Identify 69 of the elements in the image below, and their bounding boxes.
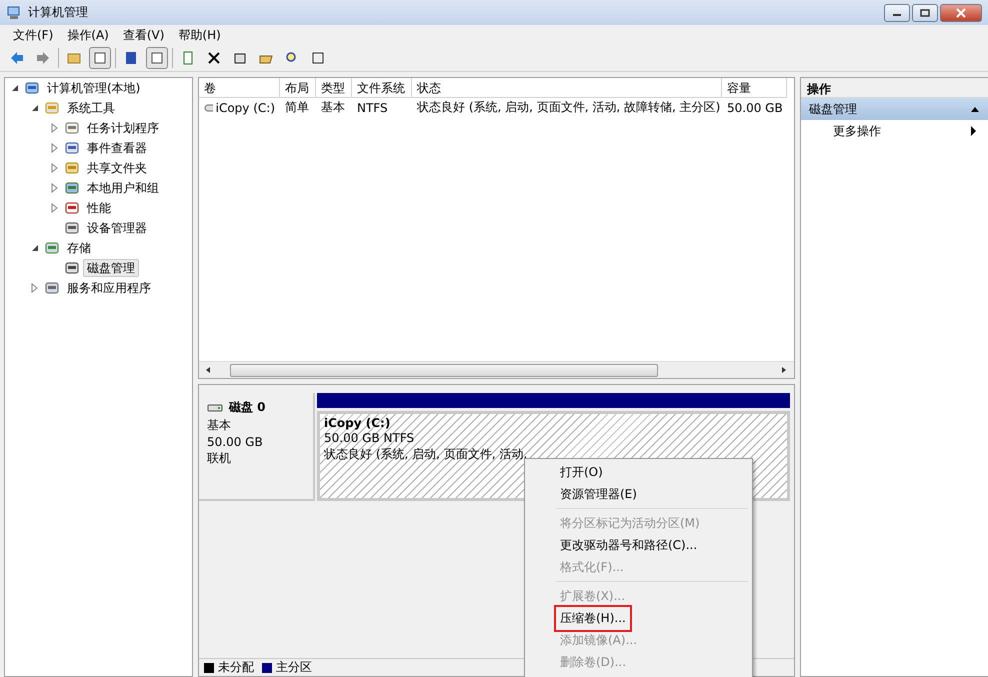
column-header[interactable]: 容量 bbox=[722, 78, 787, 98]
maximize-icon bbox=[920, 8, 930, 16]
scroll-left-icon[interactable] bbox=[204, 366, 212, 374]
window-title: 计算机管理 bbox=[28, 4, 88, 21]
action-item[interactable]: 更多操作 bbox=[801, 120, 988, 142]
column-header[interactable]: 布局 bbox=[280, 78, 316, 98]
column-header[interactable]: 卷 bbox=[199, 78, 280, 98]
table-cell: NTFS bbox=[357, 100, 388, 114]
collapsed-arrow-icon[interactable] bbox=[51, 143, 59, 153]
collapsed-arrow-icon[interactable] bbox=[51, 183, 59, 193]
expanded-arrow-icon[interactable] bbox=[31, 244, 39, 252]
collapse-arrow-icon[interactable] bbox=[970, 105, 980, 113]
disk-size: 50.00 GB bbox=[207, 435, 264, 449]
scroll-right-icon[interactable] bbox=[780, 366, 788, 374]
table-cell: 50.00 GB bbox=[727, 100, 783, 114]
disk-state: 联机 bbox=[207, 450, 232, 467]
actions-header: 操作 bbox=[801, 78, 988, 98]
collapsed-arrow-icon[interactable] bbox=[31, 283, 39, 293]
context-menu-item[interactable]: 更改驱动器号和路径(C)... bbox=[527, 534, 750, 556]
menu-item[interactable]: 操作(A) bbox=[60, 26, 116, 44]
table-cell: iCopy (C:) bbox=[216, 100, 275, 114]
legend-label: 主分区 bbox=[276, 659, 312, 676]
pane-button[interactable] bbox=[89, 47, 111, 69]
back-arrow-icon bbox=[9, 50, 25, 66]
partition-size: 50.00 GB NTFS bbox=[324, 431, 416, 445]
forward-arrow-icon bbox=[35, 50, 51, 66]
context-menu-item[interactable]: 压缩卷(H)... bbox=[527, 607, 750, 629]
expanded-arrow-icon[interactable] bbox=[31, 104, 39, 112]
menu-item[interactable]: 帮助(H) bbox=[171, 26, 228, 44]
pane-icon bbox=[92, 50, 108, 66]
pane-button[interactable] bbox=[146, 47, 168, 69]
delete-icon bbox=[206, 50, 222, 66]
maximize-button[interactable] bbox=[912, 4, 938, 22]
tree-item[interactable]: 磁盘管理 bbox=[83, 259, 139, 277]
tree-item[interactable]: 服务和应用程序 bbox=[63, 279, 155, 297]
menu-item[interactable]: 文件(F) bbox=[6, 26, 60, 44]
column-header[interactable]: 文件系统 bbox=[352, 78, 412, 98]
tree-item[interactable]: 系统工具 bbox=[63, 99, 119, 117]
tree-item[interactable]: 性能 bbox=[83, 199, 115, 217]
tree-item[interactable]: 共享文件夹 bbox=[83, 159, 151, 177]
close-button[interactable] bbox=[940, 4, 982, 22]
collapsed-arrow-icon[interactable] bbox=[51, 123, 59, 133]
tree-item[interactable]: 计算机管理(本地) bbox=[43, 79, 144, 97]
collapsed-arrow-icon[interactable] bbox=[51, 163, 59, 173]
tree-item[interactable]: 任务计划程序 bbox=[83, 119, 163, 137]
tree-item[interactable]: 设备管理器 bbox=[83, 219, 151, 237]
scrollbar-thumb[interactable] bbox=[230, 364, 658, 376]
legend-label: 未分配 bbox=[218, 659, 254, 676]
column-header[interactable]: 类型 bbox=[316, 78, 352, 98]
disk-name: 磁盘 0 bbox=[229, 399, 266, 416]
disk-type: 基本 bbox=[207, 417, 232, 434]
table-cell: 简单 bbox=[285, 99, 309, 116]
collapsed-arrow-icon[interactable] bbox=[51, 203, 59, 213]
actions-section[interactable]: 磁盘管理 bbox=[801, 98, 988, 120]
minimize-button[interactable] bbox=[884, 4, 910, 22]
submenu-arrow-icon bbox=[970, 126, 978, 136]
context-menu-item[interactable]: 打开(O) bbox=[527, 461, 750, 483]
table-cell: 基本 bbox=[321, 99, 345, 116]
menu-item[interactable]: 查看(V) bbox=[116, 26, 172, 44]
expanded-arrow-icon[interactable] bbox=[11, 84, 19, 92]
pane-icon bbox=[149, 50, 165, 66]
table-cell: 状态良好 (系统, 启动, 页面文件, 活动, 故障转储, 主分区) bbox=[417, 99, 720, 116]
column-header[interactable]: 状态 bbox=[412, 78, 722, 98]
drive-icon bbox=[204, 102, 213, 112]
close-icon bbox=[956, 8, 966, 18]
tree-item[interactable]: 存储 bbox=[63, 239, 95, 257]
partition-name: iCopy (C:) bbox=[324, 416, 392, 430]
tree-item[interactable]: 本地用户和组 bbox=[83, 179, 163, 197]
tree-item[interactable]: 事件查看器 bbox=[83, 139, 151, 157]
